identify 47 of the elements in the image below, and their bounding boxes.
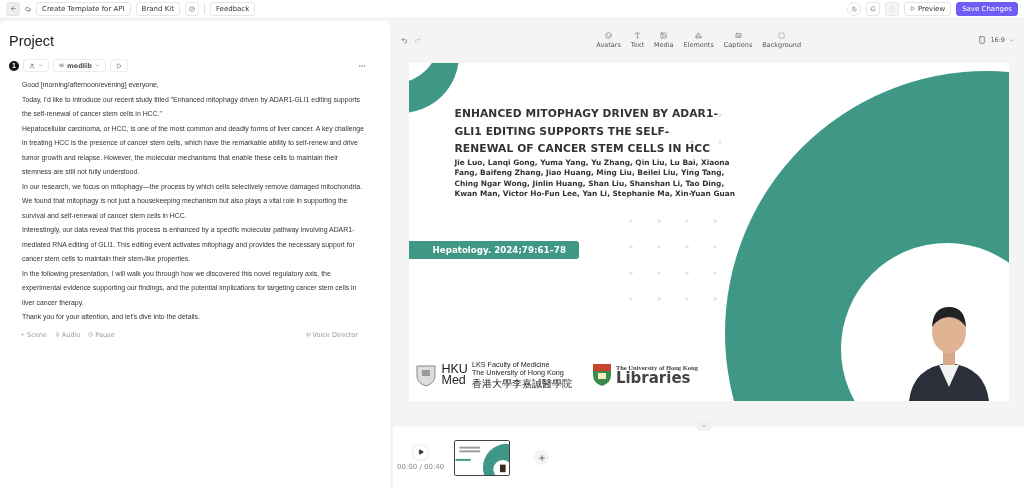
chevron-down-icon <box>1009 37 1014 43</box>
chevron-down-icon <box>701 423 707 429</box>
cloud-icon <box>25 5 31 12</box>
help-icon <box>188 5 195 12</box>
phone-icon <box>978 36 987 44</box>
elements-icon <box>695 31 703 39</box>
back-arrow-icon <box>9 5 17 12</box>
logo-chinese-text: 香港大學李嘉誠醫學院 <box>471 377 572 389</box>
redo-icon[interactable] <box>414 36 421 44</box>
collapse-button[interactable] <box>697 421 711 431</box>
chevron-down-icon <box>38 63 43 68</box>
notification-button[interactable] <box>865 1 880 16</box>
journal-banner: Hepatology. 2024;79:61–78 <box>408 241 579 259</box>
project-title: Project <box>9 33 56 49</box>
audio-wave-icon <box>59 63 64 68</box>
bell-icon <box>869 5 876 12</box>
avatar-dropdown[interactable] <box>23 59 49 72</box>
background-icon <box>778 31 786 39</box>
megaphone-icon <box>305 332 311 337</box>
play-icon <box>909 6 915 11</box>
text-icon <box>633 31 641 39</box>
clock-icon <box>88 332 94 337</box>
logo-med-text: Med <box>441 374 466 386</box>
chevron-down-icon <box>94 63 100 68</box>
captions-icon <box>734 31 742 39</box>
shield-icon <box>591 362 612 387</box>
logo-hku-text: HKU <box>441 363 468 375</box>
plus-icon <box>537 453 546 462</box>
user-edit-button[interactable] <box>846 1 861 16</box>
user-edit-icon <box>850 5 857 12</box>
back-button[interactable] <box>6 1 20 16</box>
crest-icon <box>413 362 438 387</box>
play-icon <box>115 62 122 69</box>
libraries-text: Libraries <box>615 370 691 386</box>
slide-thumbnail[interactable] <box>454 439 511 476</box>
slide-title: ENHANCED MITOPHAGY DRIVEN BY ADAR1-GLI1 EDITING SUPPORTS THE SELF-RENEWAL OF CANCER STEM CELLS IN HCC <box>454 106 720 158</box>
media-icon <box>660 31 668 39</box>
avatars-icon <box>605 31 613 39</box>
play-button[interactable] <box>413 444 429 460</box>
microphone-icon <box>54 332 60 337</box>
user-icon <box>29 62 35 69</box>
undo-icon[interactable] <box>401 36 408 44</box>
plus-icon <box>20 332 25 337</box>
add-scene-button[interactable] <box>534 450 550 465</box>
play-icon <box>417 449 424 455</box>
help-button[interactable] <box>184 1 199 16</box>
record-button[interactable] <box>884 1 899 16</box>
